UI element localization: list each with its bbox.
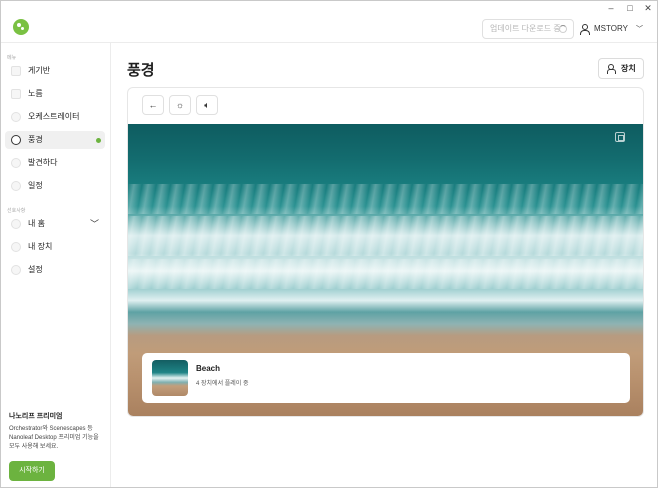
active-indicator-dot <box>96 138 101 143</box>
close-icon[interactable]: ✕ <box>643 3 653 13</box>
sidebar-item-label: 내 장치 <box>28 242 53 251</box>
start-premium-button[interactable]: 시작하기 <box>9 461 55 481</box>
sidebar-item-label: 오케스트레이터 <box>28 112 80 121</box>
sidebar: 메뉴 게기반 노름 오케스트레이터 풍경 발견하다 일정 선호사항 내 홈 ﹀ … <box>1 43 111 487</box>
sidebar-item-label: 게기반 <box>28 66 51 75</box>
title-bar: – □ ✕ <box>1 1 657 15</box>
sidebar-item-settings[interactable]: 설정 <box>5 261 105 279</box>
devices-button-label: 장치 <box>621 64 636 73</box>
premium-description: Orchestrator와 Scenescapes 등 Nanoleaf Des… <box>9 426 99 450</box>
back-button[interactable]: ← <box>142 95 164 115</box>
gear-icon <box>11 265 21 275</box>
app-header: 업데이트 다운로드 중 MSTORY ﹀ <box>1 15 657 43</box>
orchestrator-icon <box>11 112 21 122</box>
sidebar-item-my-home[interactable]: 내 홈 ﹀ <box>5 215 105 233</box>
now-playing-card[interactable]: Beach 4 장치에서 플레이 중 <box>142 353 630 403</box>
scene-card: ← ☼ 🔈︎ Beach 4 장치에서 플레이 중 <box>127 87 644 417</box>
discover-icon <box>11 158 21 168</box>
sidebar-item-label: 내 홈 <box>28 219 45 228</box>
sidebar-section-preferences-label: 선호사항 <box>7 208 26 214</box>
scene-subtitle: 4 장치에서 플레이 중 <box>196 381 249 387</box>
user-name: MSTORY <box>594 24 628 33</box>
music-icon <box>11 89 21 99</box>
sound-button[interactable]: 🔈︎ <box>196 95 218 115</box>
home-icon <box>11 219 21 229</box>
scene-thumbnail <box>152 360 188 396</box>
devices-icon <box>607 64 616 74</box>
sidebar-item-orchestrator[interactable]: 오케스트레이터 <box>5 108 105 126</box>
minimize-icon[interactable]: – <box>606 3 616 13</box>
sidebar-item-label: 풍경 <box>28 135 43 144</box>
loading-spinner-icon <box>559 25 567 33</box>
scenescapes-icon <box>11 135 21 145</box>
user-icon <box>579 23 590 35</box>
dashboard-icon <box>11 66 21 76</box>
page-title: 풍경 <box>127 62 155 79</box>
devices-button[interactable]: 장치 <box>598 58 644 79</box>
chevron-down-icon: ﹀ <box>635 26 643 33</box>
scene-title: Beach <box>196 364 221 373</box>
sidebar-item-discover[interactable]: 발견하다 <box>5 154 105 172</box>
sidebar-item-scenescapes[interactable]: 풍경 <box>5 131 105 149</box>
clock-icon <box>11 181 21 191</box>
scene-preview-image: Beach 4 장치에서 플레이 중 <box>128 124 643 416</box>
user-menu[interactable]: MSTORY ﹀ <box>579 23 643 35</box>
sidebar-item-rhythm[interactable]: 노름 <box>5 85 105 103</box>
sidebar-item-my-devices[interactable]: 내 장치 <box>5 238 105 256</box>
app-window: – □ ✕ 업데이트 다운로드 중 MSTORY ﹀ 메뉴 게기반 노름 오케스트… <box>0 0 658 488</box>
update-status-pill: 업데이트 다운로드 중 <box>482 19 574 39</box>
fullscreen-icon[interactable] <box>615 132 625 142</box>
sidebar-item-label: 노름 <box>28 89 43 98</box>
sidebar-item-dashboard[interactable]: 게기반 <box>5 62 105 80</box>
premium-title: 나노리프 프리미엄 <box>9 413 63 420</box>
sidebar-section-menu-label: 메뉴 <box>7 55 17 61</box>
sidebar-item-label: 설정 <box>28 265 43 274</box>
chevron-down-icon: ﹀ <box>89 219 99 229</box>
sidebar-item-label: 일정 <box>28 181 43 190</box>
sidebar-item-schedule[interactable]: 일정 <box>5 177 105 195</box>
brightness-button[interactable]: ☼ <box>169 95 191 115</box>
device-icon <box>11 242 21 252</box>
update-status-text: 업데이트 다운로드 중 <box>490 24 561 33</box>
nanoleaf-logo-icon <box>13 19 29 35</box>
sidebar-item-label: 발견하다 <box>28 158 58 167</box>
maximize-icon[interactable]: □ <box>625 3 635 13</box>
